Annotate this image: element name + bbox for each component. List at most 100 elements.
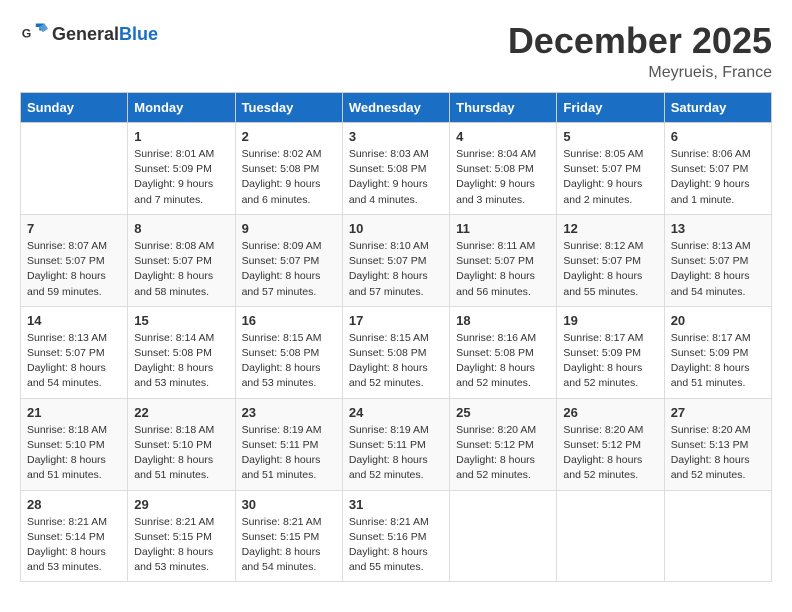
day-number: 10 (349, 221, 443, 236)
day-number: 30 (242, 497, 336, 512)
calendar-cell: 20 Sunrise: 8:17 AMSunset: 5:09 PMDayligh… (664, 306, 771, 398)
day-number: 1 (134, 129, 228, 144)
calendar-cell: 26 Sunrise: 8:20 AMSunset: 5:12 PMDayligh… (557, 398, 664, 490)
header-day-thursday: Thursday (450, 93, 557, 123)
header-day-sunday: Sunday (21, 93, 128, 123)
day-info: Sunrise: 8:18 AMSunset: 5:10 PMDaylight:… (134, 423, 228, 484)
calendar-cell: 25Sunrise: 8:20 AMSunset: 5:12 PMDayligh… (450, 398, 557, 490)
day-number: 26 (563, 405, 657, 420)
calendar-cell: 1Sunrise: 8:01 AMSunset: 5:09 PMDaylight… (128, 123, 235, 215)
calendar-cell: 2 Sunrise: 8:02 AMSunset: 5:08 PMDaylight… (235, 123, 342, 215)
day-info: Sunrise: 8:21 AMSunset: 5:15 PMDaylight:… (134, 515, 228, 576)
calendar-cell: 19Sunrise: 8:17 AMSunset: 5:09 PMDayligh… (557, 306, 664, 398)
calendar-cell: 5 Sunrise: 8:05 AMSunset: 5:07 PMDaylight… (557, 123, 664, 215)
calendar-week-5: 28Sunrise: 8:21 AMSunset: 5:14 PMDayligh… (21, 490, 772, 582)
day-info: Sunrise: 8:11 AMSunset: 5:07 PMDaylight:… (456, 239, 550, 300)
calendar-week-1: 1Sunrise: 8:01 AMSunset: 5:09 PMDaylight… (21, 123, 772, 215)
day-info: Sunrise: 8:20 AMSunset: 5:12 PMDaylight:… (563, 423, 657, 484)
day-number: 9 (242, 221, 336, 236)
logo: G GeneralBlue (20, 20, 158, 48)
day-number: 24 (349, 405, 443, 420)
calendar-header-row: SundayMondayTuesdayWednesdayThursdayFrid… (21, 93, 772, 123)
calendar-cell: 4 Sunrise: 8:04 AMSunset: 5:08 PMDaylight… (450, 123, 557, 215)
day-info: Sunrise: 8:04 AMSunset: 5:08 PMDaylight:… (456, 147, 550, 208)
day-number: 3 (349, 129, 443, 144)
day-info: Sunrise: 8:08 AMSunset: 5:07 PMDaylight:… (134, 239, 228, 300)
day-info: Sunrise: 8:06 AMSunset: 5:07 PMDaylight:… (671, 147, 765, 208)
calendar-cell: 30Sunrise: 8:21 AMSunset: 5:15 PMDayligh… (235, 490, 342, 582)
calendar-cell: 9 Sunrise: 8:09 AMSunset: 5:07 PMDaylight… (235, 214, 342, 306)
month-title: December 2025 (508, 20, 772, 62)
day-number: 20 (671, 313, 765, 328)
day-info: Sunrise: 8:21 AMSunset: 5:16 PMDaylight:… (349, 515, 443, 576)
calendar-cell: 27 Sunrise: 8:20 AMSunset: 5:13 PMDayligh… (664, 398, 771, 490)
logo-general-text: General (52, 24, 119, 44)
day-number: 27 (671, 405, 765, 420)
day-info: Sunrise: 8:18 AMSunset: 5:10 PMDaylight:… (27, 423, 121, 484)
day-info: Sunrise: 8:07 AMSunset: 5:07 PMDaylight:… (27, 239, 121, 300)
header-day-saturday: Saturday (664, 93, 771, 123)
calendar-cell: 17Sunrise: 8:15 AMSunset: 5:08 PMDayligh… (342, 306, 449, 398)
day-number: 23 (242, 405, 336, 420)
calendar-cell: 24 Sunrise: 8:19 AMSunset: 5:11 PMDayligh… (342, 398, 449, 490)
calendar-cell: 29Sunrise: 8:21 AMSunset: 5:15 PMDayligh… (128, 490, 235, 582)
day-info: Sunrise: 8:10 AMSunset: 5:07 PMDaylight:… (349, 239, 443, 300)
calendar-cell: 11 Sunrise: 8:11 AMSunset: 5:07 PMDayligh… (450, 214, 557, 306)
calendar-cell: 8 Sunrise: 8:08 AMSunset: 5:07 PMDaylight… (128, 214, 235, 306)
day-number: 8 (134, 221, 228, 236)
day-number: 25 (456, 405, 550, 420)
day-info: Sunrise: 8:17 AMSunset: 5:09 PMDaylight:… (671, 331, 765, 392)
calendar-cell: 23 Sunrise: 8:19 AMSunset: 5:11 PMDayligh… (235, 398, 342, 490)
calendar-cell (21, 123, 128, 215)
title-area: December 2025 Meyrueis, France (508, 20, 772, 82)
location-subtitle: Meyrueis, France (508, 64, 772, 82)
calendar-cell: 10 Sunrise: 8:10 AMSunset: 5:07 PMDayligh… (342, 214, 449, 306)
calendar-cell: 22 Sunrise: 8:18 AMSunset: 5:10 PMDayligh… (128, 398, 235, 490)
day-number: 18 (456, 313, 550, 328)
header-day-wednesday: Wednesday (342, 93, 449, 123)
calendar-cell (664, 490, 771, 582)
day-info: Sunrise: 8:16 AMSunset: 5:08 PMDaylight:… (456, 331, 550, 392)
calendar-cell (450, 490, 557, 582)
logo-icon: G (20, 20, 48, 48)
day-number: 5 (563, 129, 657, 144)
header-day-monday: Monday (128, 93, 235, 123)
day-info: Sunrise: 8:12 AMSunset: 5:07 PMDaylight:… (563, 239, 657, 300)
svg-text:G: G (22, 27, 32, 41)
day-number: 2 (242, 129, 336, 144)
calendar-cell: 12 Sunrise: 8:12 AMSunset: 5:07 PMDayligh… (557, 214, 664, 306)
calendar-cell: 6 Sunrise: 8:06 AMSunset: 5:07 PMDaylight… (664, 123, 771, 215)
calendar-week-2: 7 Sunrise: 8:07 AMSunset: 5:07 PMDaylight… (21, 214, 772, 306)
day-info: Sunrise: 8:20 AMSunset: 5:13 PMDaylight:… (671, 423, 765, 484)
day-info: Sunrise: 8:19 AMSunset: 5:11 PMDaylight:… (349, 423, 443, 484)
calendar-cell: 3 Sunrise: 8:03 AMSunset: 5:08 PMDaylight… (342, 123, 449, 215)
day-number: 7 (27, 221, 121, 236)
day-number: 12 (563, 221, 657, 236)
day-number: 6 (671, 129, 765, 144)
day-info: Sunrise: 8:02 AMSunset: 5:08 PMDaylight:… (242, 147, 336, 208)
calendar-cell: 31 Sunrise: 8:21 AMSunset: 5:16 PMDayligh… (342, 490, 449, 582)
day-number: 15 (134, 313, 228, 328)
day-number: 4 (456, 129, 550, 144)
day-number: 21 (27, 405, 121, 420)
header-day-friday: Friday (557, 93, 664, 123)
day-info: Sunrise: 8:03 AMSunset: 5:08 PMDaylight:… (349, 147, 443, 208)
day-info: Sunrise: 8:15 AMSunset: 5:08 PMDaylight:… (242, 331, 336, 392)
day-info: Sunrise: 8:09 AMSunset: 5:07 PMDaylight:… (242, 239, 336, 300)
day-number: 16 (242, 313, 336, 328)
page-header: G GeneralBlue December 2025 Meyrueis, Fr… (20, 20, 772, 82)
day-number: 11 (456, 221, 550, 236)
day-info: Sunrise: 8:19 AMSunset: 5:11 PMDaylight:… (242, 423, 336, 484)
day-info: Sunrise: 8:21 AMSunset: 5:14 PMDaylight:… (27, 515, 121, 576)
day-number: 22 (134, 405, 228, 420)
day-info: Sunrise: 8:05 AMSunset: 5:07 PMDaylight:… (563, 147, 657, 208)
day-number: 14 (27, 313, 121, 328)
calendar-week-3: 14Sunrise: 8:13 AMSunset: 5:07 PMDayligh… (21, 306, 772, 398)
calendar-week-4: 21 Sunrise: 8:18 AMSunset: 5:10 PMDayligh… (21, 398, 772, 490)
calendar-cell: 21 Sunrise: 8:18 AMSunset: 5:10 PMDayligh… (21, 398, 128, 490)
day-number: 19 (563, 313, 657, 328)
calendar-cell: 16 Sunrise: 8:15 AMSunset: 5:08 PMDayligh… (235, 306, 342, 398)
day-number: 31 (349, 497, 443, 512)
header-day-tuesday: Tuesday (235, 93, 342, 123)
day-number: 13 (671, 221, 765, 236)
